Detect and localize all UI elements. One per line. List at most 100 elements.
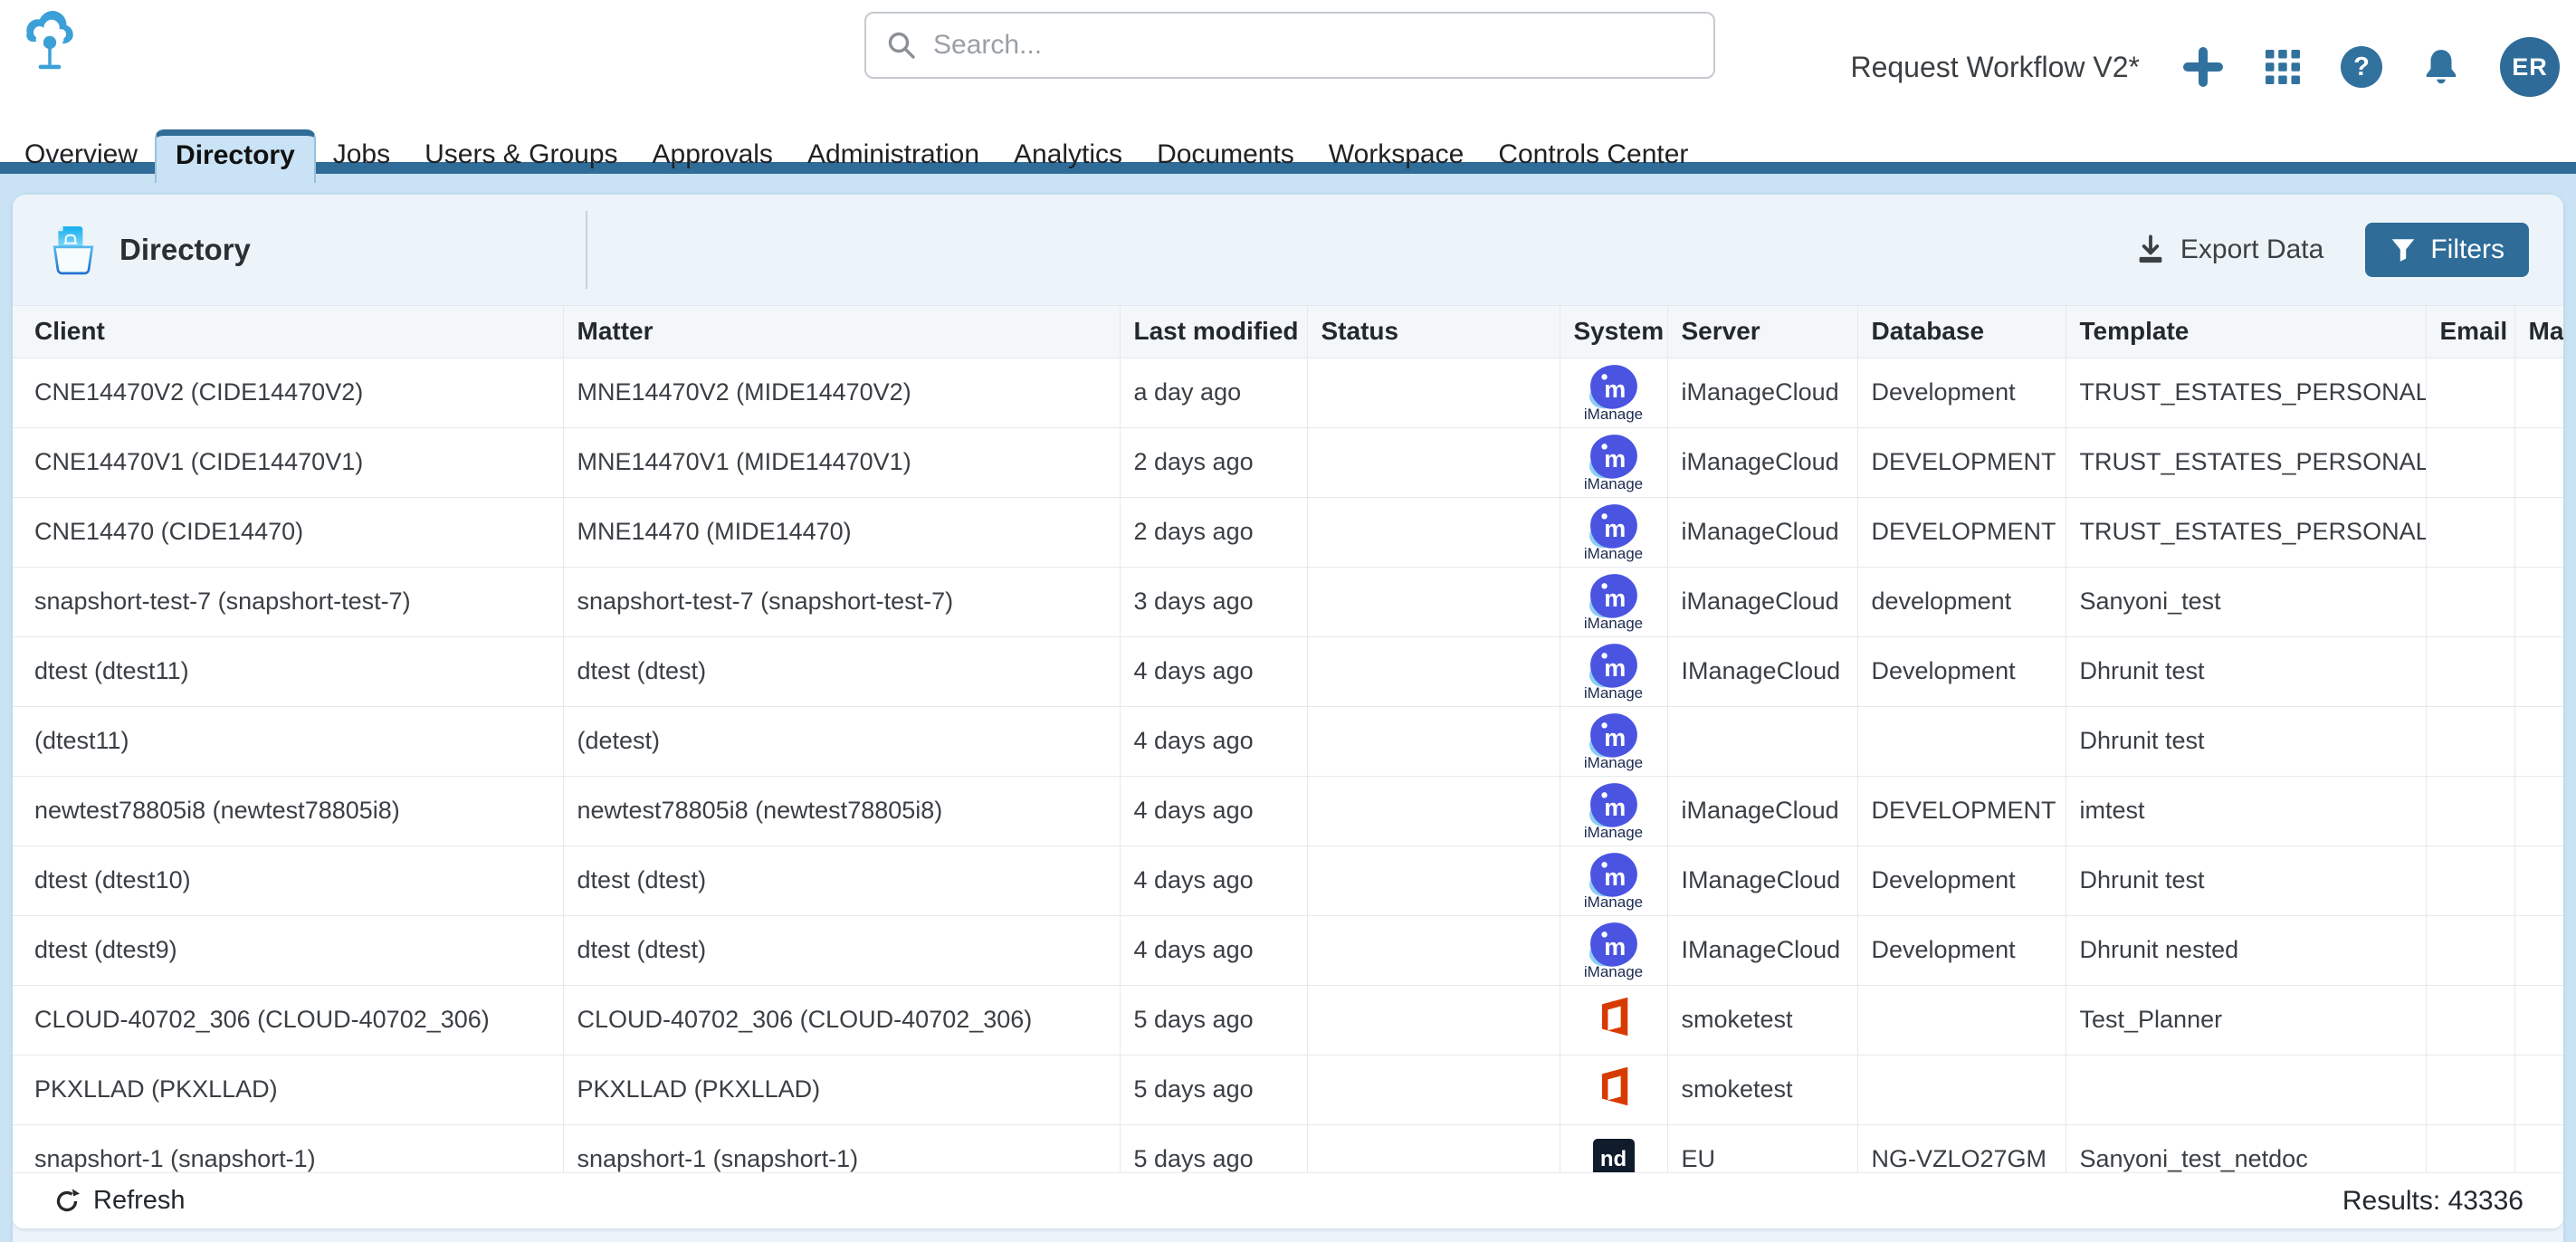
- imanage-caption: iManage: [1584, 546, 1643, 561]
- tab-users-groups[interactable]: Users & Groups: [407, 139, 634, 169]
- tab-jobs[interactable]: Jobs: [316, 139, 407, 169]
- cell-template: TRUST_ESTATES_PERSONAL: [2066, 427, 2426, 497]
- cell-client: newtest78805i8 (newtest78805i8): [13, 776, 563, 846]
- imanage-caption: iManage: [1584, 476, 1643, 492]
- directory-table-container: Client Matter Last modified Status Syste…: [13, 305, 2563, 1172]
- cell-mat: [2514, 985, 2563, 1055]
- column-header-status[interactable]: Status: [1307, 306, 1560, 358]
- cell-database: DEVELOPMENT: [1857, 427, 2066, 497]
- tab-directory[interactable]: Directory: [155, 129, 316, 183]
- cloud-tree-logo-icon: [20, 9, 80, 78]
- cell-last-modified: 5 days ago: [1120, 1124, 1307, 1172]
- filters-button[interactable]: Filters: [2365, 223, 2529, 277]
- column-header-client[interactable]: Client: [13, 306, 563, 358]
- apps-button[interactable]: [2263, 47, 2303, 87]
- cell-server: iManageCloud: [1667, 427, 1857, 497]
- table-row[interactable]: PKXLLAD (PKXLLAD) PKXLLAD (PKXLLAD) 5 da…: [13, 1055, 2563, 1124]
- cell-server: IManageCloud: [1667, 915, 1857, 985]
- cell-mat: [2514, 846, 2563, 915]
- cell-server: IManageCloud: [1667, 636, 1857, 706]
- cell-status: [1307, 497, 1560, 567]
- cell-mat: [2514, 915, 2563, 985]
- cell-last-modified: 4 days ago: [1120, 706, 1307, 776]
- cell-template: Dhrunit test: [2066, 636, 2426, 706]
- cell-matter: (detest): [563, 706, 1120, 776]
- table-row[interactable]: CNE14470 (CIDE14470) MNE14470 (MIDE14470…: [13, 497, 2563, 567]
- tab-analytics[interactable]: Analytics: [997, 139, 1140, 169]
- cell-database: development: [1857, 567, 2066, 636]
- column-header-server[interactable]: Server: [1667, 306, 1857, 358]
- column-header-mat[interactable]: Mat: [2514, 306, 2563, 358]
- table-row[interactable]: newtest78805i8 (newtest78805i8) newtest7…: [13, 776, 2563, 846]
- cell-email: [2426, 497, 2514, 567]
- search-input[interactable]: [931, 29, 1713, 62]
- export-data-button[interactable]: Export Data: [2134, 234, 2323, 266]
- cell-database: Development: [1857, 358, 2066, 427]
- cell-last-modified: 4 days ago: [1120, 776, 1307, 846]
- cell-template: TRUST_ESTATES_PERSONAL: [2066, 358, 2426, 427]
- refresh-button[interactable]: Refresh: [52, 1186, 186, 1216]
- cell-mat: [2514, 358, 2563, 427]
- table-row[interactable]: CNE14470V1 (CIDE14470V1) MNE14470V1 (MID…: [13, 427, 2563, 497]
- imanage-caption: iManage: [1584, 616, 1643, 631]
- cell-server: iManageCloud: [1667, 776, 1857, 846]
- cell-mat: [2514, 427, 2563, 497]
- cell-matter: snapshort-1 (snapshort-1): [563, 1124, 1120, 1172]
- table-row[interactable]: (dtest11) (detest) 4 days ago m iManage …: [13, 706, 2563, 776]
- column-header-database[interactable]: Database: [1857, 306, 2066, 358]
- cell-status: [1307, 636, 1560, 706]
- cell-client: snapshort-test-7 (snapshort-test-7): [13, 567, 563, 636]
- table-row[interactable]: CLOUD-40702_306 (CLOUD-40702_306) CLOUD-…: [13, 985, 2563, 1055]
- table-header-row: Client Matter Last modified Status Syste…: [13, 306, 2563, 358]
- cell-matter: PKXLLAD (PKXLLAD): [563, 1055, 1120, 1124]
- imanage-icon: m iManage: [1584, 851, 1643, 910]
- office-icon: [1594, 1065, 1634, 1108]
- column-header-email[interactable]: Email: [2426, 306, 2514, 358]
- app-logo[interactable]: [20, 9, 80, 82]
- cell-system: m iManage: [1560, 706, 1667, 776]
- cell-matter: dtest (dtest): [563, 636, 1120, 706]
- notifications-button[interactable]: [2420, 46, 2462, 88]
- table-row[interactable]: snapshort-test-7 (snapshort-test-7) snap…: [13, 567, 2563, 636]
- cell-database: Development: [1857, 636, 2066, 706]
- cell-status: [1307, 846, 1560, 915]
- column-header-last-modified[interactable]: Last modified: [1120, 306, 1307, 358]
- column-header-template[interactable]: Template: [2066, 306, 2426, 358]
- help-icon[interactable]: ?: [2341, 46, 2382, 88]
- column-header-matter[interactable]: Matter: [563, 306, 1120, 358]
- cell-database: DEVELOPMENT: [1857, 776, 2066, 846]
- imanage-icon: m iManage: [1584, 712, 1643, 770]
- cell-system: m iManage: [1560, 358, 1667, 427]
- table-row[interactable]: dtest (dtest10) dtest (dtest) 4 days ago…: [13, 846, 2563, 915]
- add-button[interactable]: [2181, 45, 2225, 89]
- cell-mat: [2514, 636, 2563, 706]
- tab-documents[interactable]: Documents: [1140, 139, 1312, 169]
- context-label: Request Workflow V2*: [1850, 51, 2140, 84]
- header-divider: [586, 211, 587, 289]
- cell-server: iManageCloud: [1667, 358, 1857, 427]
- tab-controls-center[interactable]: Controls Center: [1481, 139, 1705, 169]
- tab-approvals[interactable]: Approvals: [635, 139, 790, 169]
- cell-client: (dtest11): [13, 706, 563, 776]
- column-header-system[interactable]: System: [1560, 306, 1667, 358]
- cell-system: [1560, 985, 1667, 1055]
- table-row[interactable]: snapshort-1 (snapshort-1) snapshort-1 (s…: [13, 1124, 2563, 1172]
- search-icon: [886, 30, 917, 61]
- cell-template: Test_Planner: [2066, 985, 2426, 1055]
- cell-system: m iManage: [1560, 776, 1667, 846]
- svg-text:m: m: [1604, 933, 1626, 960]
- cell-email: [2426, 706, 2514, 776]
- main-nav: Overview Directory Jobs Users & Groups A…: [0, 134, 2576, 174]
- tab-workspace[interactable]: Workspace: [1312, 139, 1482, 169]
- cell-server: smoketest: [1667, 985, 1857, 1055]
- tab-overview[interactable]: Overview: [7, 139, 155, 169]
- tab-administration[interactable]: Administration: [790, 139, 997, 169]
- cell-email: [2426, 1124, 2514, 1172]
- table-row[interactable]: dtest (dtest11) dtest (dtest) 4 days ago…: [13, 636, 2563, 706]
- netdocuments-icon: nd: [1593, 1139, 1635, 1173]
- table-row[interactable]: dtest (dtest9) dtest (dtest) 4 days ago …: [13, 915, 2563, 985]
- directory-table: Client Matter Last modified Status Syste…: [13, 306, 2563, 1172]
- table-row[interactable]: CNE14470V2 (CIDE14470V2) MNE14470V2 (MID…: [13, 358, 2563, 427]
- cell-matter: dtest (dtest): [563, 846, 1120, 915]
- avatar[interactable]: ER: [2500, 37, 2560, 97]
